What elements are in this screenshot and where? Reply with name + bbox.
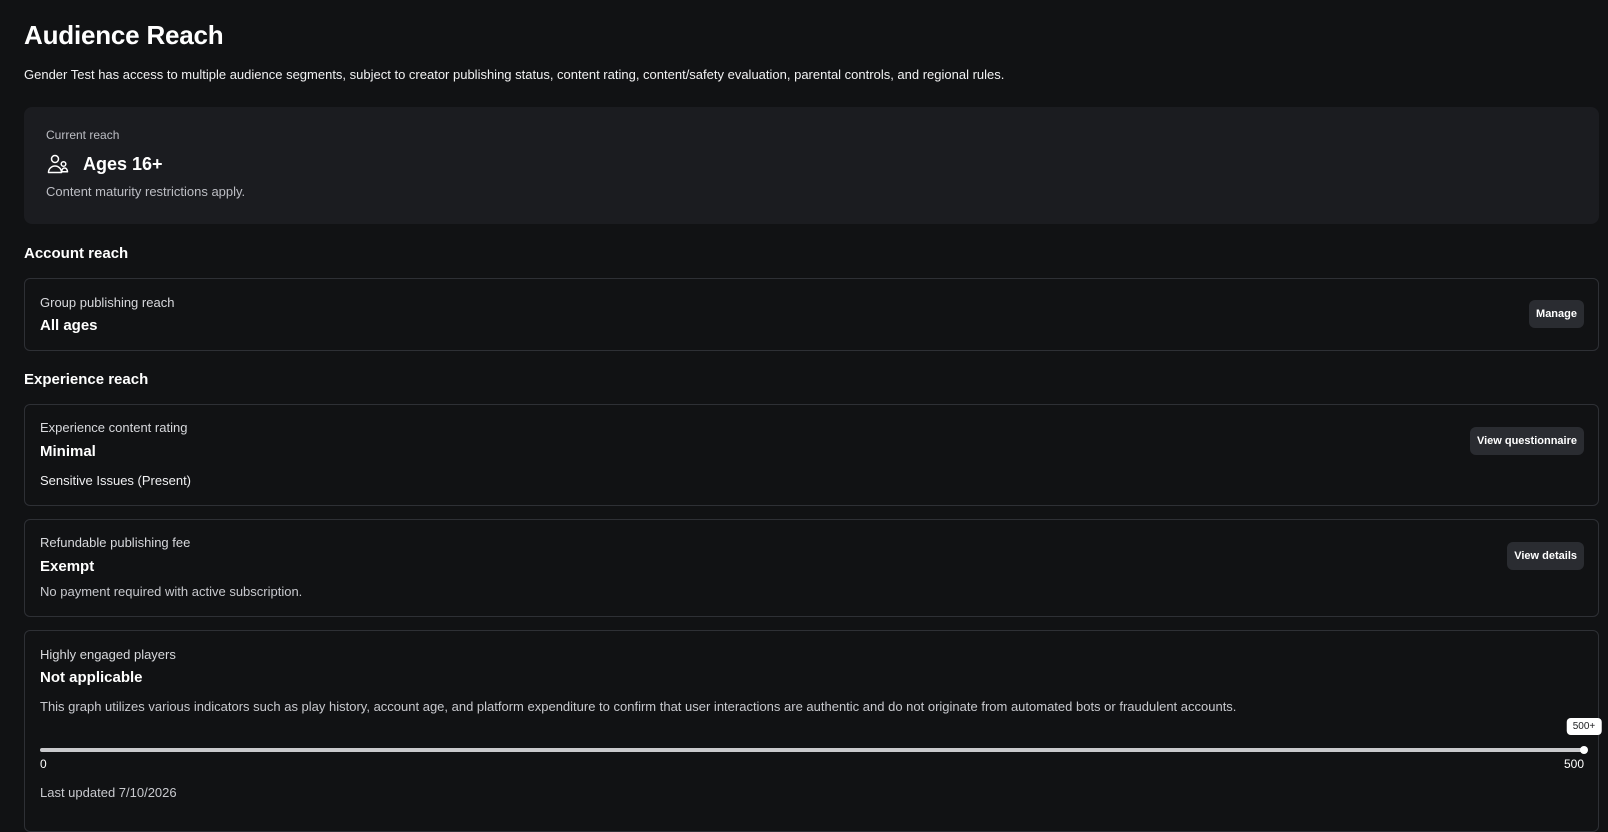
page-title: Audience Reach bbox=[24, 20, 224, 50]
engaged-players-value: Not applicable bbox=[40, 669, 143, 686]
content-rating-label: Experience content rating bbox=[40, 420, 188, 435]
publishing-fee-card: Refundable publishing fee Exempt No paym… bbox=[24, 519, 1599, 617]
current-reach-row: Ages 16+ bbox=[46, 149, 163, 179]
experience-content-rating-card: Experience content rating Minimal Sensit… bbox=[24, 404, 1599, 506]
content-rating-value: Minimal bbox=[40, 443, 96, 460]
experience-reach-heading: Experience reach bbox=[24, 371, 149, 388]
group-publishing-reach-label: Group publishing reach bbox=[40, 295, 175, 310]
view-questionnaire-button[interactable]: View questionnaire bbox=[1469, 427, 1584, 455]
current-reach-value: Ages 16+ bbox=[83, 153, 163, 174]
group-publishing-reach-card: Group publishing reach All ages Manage bbox=[24, 278, 1599, 351]
engaged-players-card: Highly engaged players Not applicable Th… bbox=[24, 630, 1602, 832]
engaged-players-slider-track[interactable]: 500+ bbox=[40, 718, 1602, 754]
page-description: Gender Test has access to multiple audie… bbox=[24, 67, 1005, 82]
users-icon bbox=[46, 152, 70, 176]
manage-button[interactable]: Manage bbox=[1529, 300, 1584, 328]
content-descriptor: Sensitive Issues (Present) bbox=[40, 473, 192, 488]
engaged-players-slider-handle[interactable] bbox=[1580, 746, 1588, 754]
current-reach-card: Current reach Ages 16+ Content maturity … bbox=[24, 107, 1599, 224]
slider-value-tooltip: 500+ bbox=[1566, 718, 1602, 735]
slider-max-label: 500 bbox=[1563, 757, 1584, 771]
engaged-players-description: This graph utilizes various indicators s… bbox=[40, 699, 1237, 714]
slider-min-label: 0 bbox=[40, 757, 47, 771]
engaged-players-label: Highly engaged players bbox=[40, 647, 176, 662]
current-reach-label: Current reach bbox=[46, 128, 120, 142]
current-reach-note: Content maturity restrictions apply. bbox=[46, 184, 246, 199]
publishing-fee-note: No payment required with active subscrip… bbox=[40, 584, 303, 599]
view-details-button[interactable]: View details bbox=[1507, 542, 1584, 570]
group-publishing-reach-value: All ages bbox=[40, 317, 98, 334]
publishing-fee-label: Refundable publishing fee bbox=[40, 535, 191, 550]
account-reach-heading: Account reach bbox=[24, 245, 129, 262]
publishing-fee-value: Exempt bbox=[40, 558, 95, 575]
last-updated: Last updated 7/10/2026 bbox=[40, 785, 177, 800]
